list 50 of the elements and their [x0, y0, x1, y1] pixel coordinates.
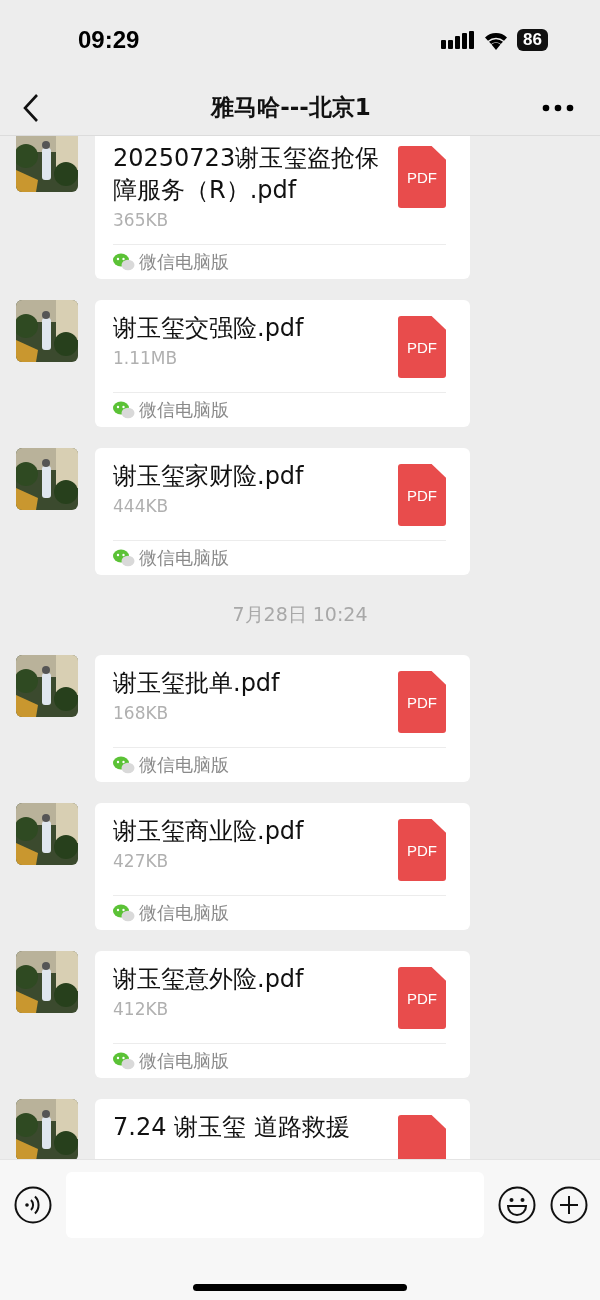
- pdf-file-icon: PDF: [398, 967, 446, 1029]
- file-name: 谢玉玺意外险.pdf: [113, 964, 304, 995]
- signal-icon: [441, 31, 476, 49]
- pdf-file-icon: PDF: [398, 671, 446, 733]
- back-icon[interactable]: [22, 92, 40, 123]
- file-name: 7.24 谢玉玺 道路救援: [113, 1112, 350, 1143]
- file-message-card[interactable]: 20250723谢玉玺盗抢保障服务（R）.pdf 365KB PDF 微信电脑版: [95, 136, 470, 279]
- file-message-card[interactable]: 谢玉玺交强险.pdf 1.11MB PDF 微信电脑版: [95, 300, 470, 427]
- pdf-file-icon: [398, 1115, 446, 1159]
- status-time: 09:29: [78, 26, 140, 54]
- pdf-file-icon: PDF: [398, 819, 446, 881]
- file-size: 365KB: [113, 210, 170, 230]
- wifi-icon: [483, 30, 510, 50]
- file-message-card[interactable]: 谢玉玺批单.pdf 168KB PDF 微信电脑版: [95, 655, 470, 782]
- file-name: 谢玉玺交强险.pdf: [113, 313, 304, 344]
- wechat-icon: [113, 1052, 135, 1070]
- timestamp: 7月28日 10:24: [232, 602, 368, 627]
- file-size: 427KB: [113, 851, 170, 871]
- wechat-icon: [113, 756, 135, 774]
- file-size: 444KB: [113, 496, 170, 516]
- more-icon[interactable]: [542, 103, 574, 112]
- source-label: 微信电脑版: [139, 546, 229, 570]
- pdf-file-icon: PDF: [398, 146, 446, 208]
- file-message-card[interactable]: 谢玉玺商业险.pdf 427KB PDF 微信电脑版: [95, 803, 470, 930]
- pdf-file-icon: PDF: [398, 464, 446, 526]
- source-label: 微信电脑版: [139, 1049, 229, 1073]
- source-label: 微信电脑版: [139, 753, 229, 777]
- wechat-icon: [113, 401, 135, 419]
- file-size: 1.11MB: [113, 348, 179, 368]
- file-size: 168KB: [113, 703, 170, 723]
- file-size: 412KB: [113, 999, 170, 1019]
- file-name: 谢玉玺家财险.pdf: [113, 461, 304, 492]
- file-name: 谢玉玺批单.pdf: [113, 668, 280, 699]
- source-label: 微信电脑版: [139, 398, 229, 422]
- file-message-card[interactable]: 谢玉玺家财险.pdf 444KB PDF 微信电脑版: [95, 448, 470, 575]
- wechat-icon: [113, 904, 135, 922]
- source-label: 微信电脑版: [139, 901, 229, 925]
- wechat-icon: [113, 549, 135, 567]
- source-label: 微信电脑版: [139, 250, 229, 274]
- pdf-file-icon: PDF: [398, 316, 446, 378]
- file-name: 谢玉玺商业险.pdf: [113, 816, 304, 847]
- battery-level: 86: [517, 29, 548, 51]
- voice-icon[interactable]: [14, 1186, 52, 1224]
- chat-title: 雅马哈---北京1: [211, 93, 371, 122]
- wechat-icon: [113, 253, 135, 271]
- file-message-card[interactable]: 7.24 谢玉玺 道路救援: [95, 1099, 470, 1159]
- file-name: 20250723谢玉玺盗抢保障服务（R）.pdf: [113, 143, 381, 206]
- emoji-icon[interactable]: [498, 1186, 536, 1224]
- file-message-card[interactable]: 谢玉玺意外险.pdf 412KB PDF 微信电脑版: [95, 951, 470, 1078]
- plus-icon[interactable]: [550, 1186, 588, 1224]
